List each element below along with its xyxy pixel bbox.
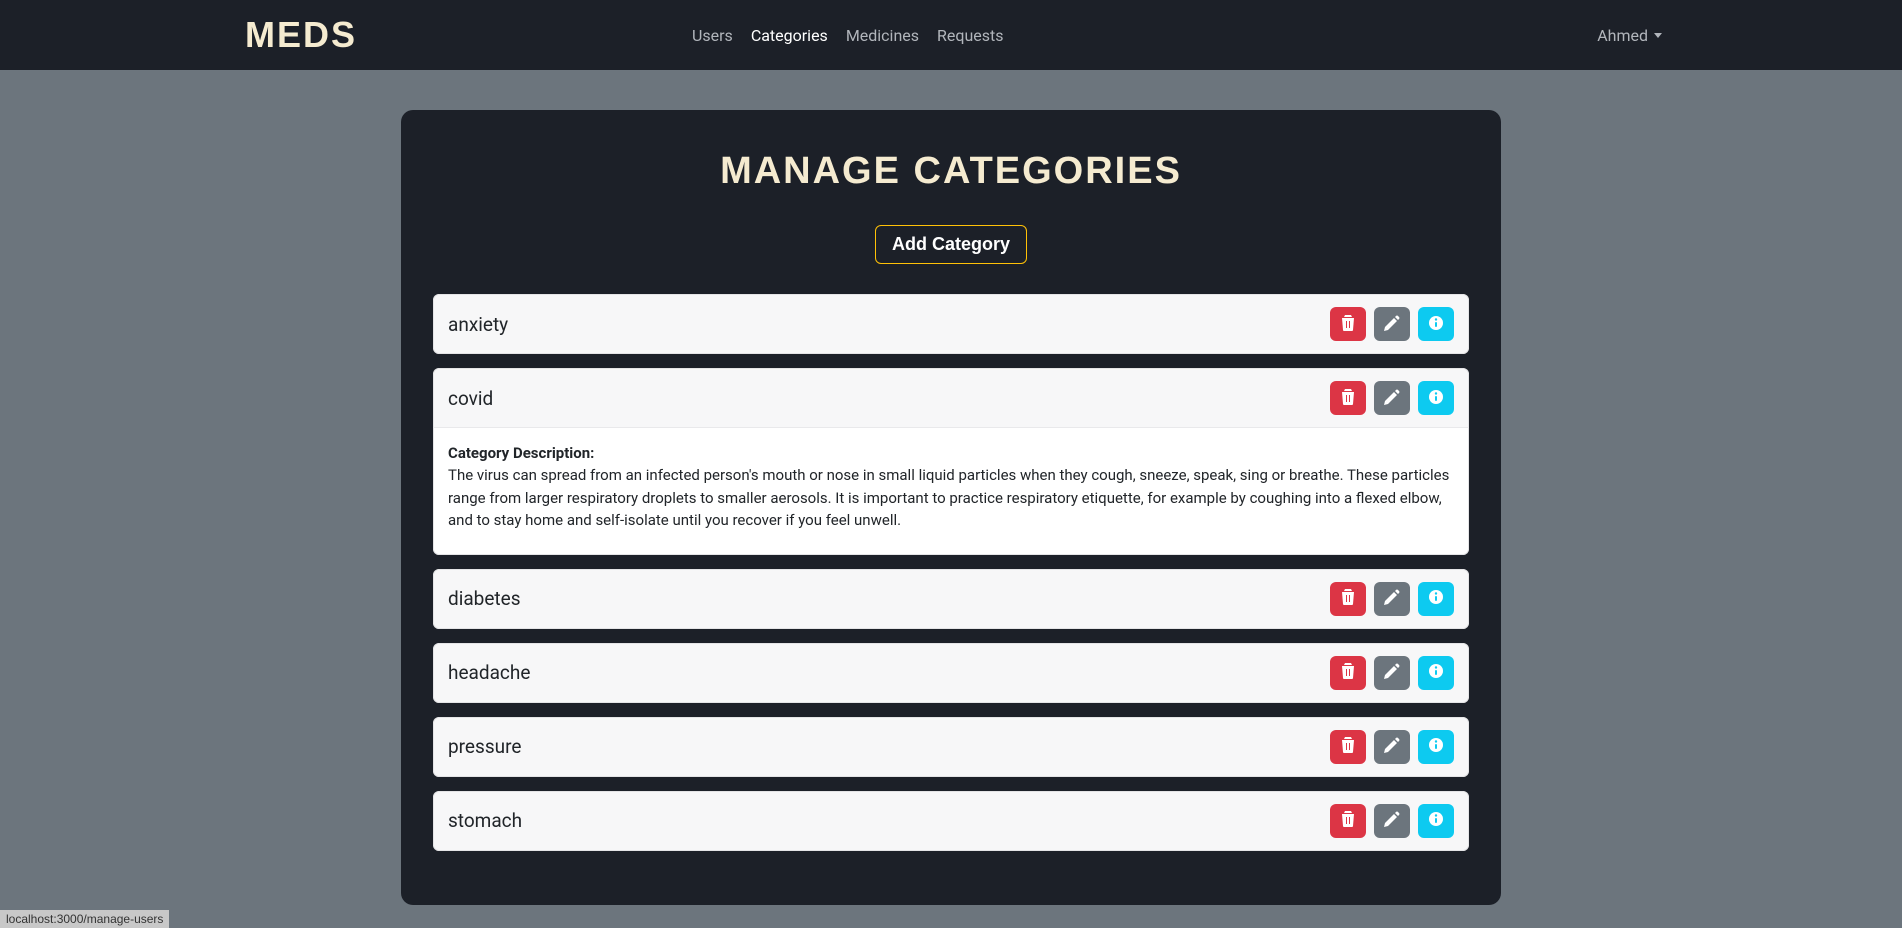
category-name: pressure	[448, 735, 1330, 758]
delete-button[interactable]	[1330, 656, 1366, 690]
category-name: anxiety	[448, 313, 1330, 336]
category-item: diabetes	[433, 569, 1469, 629]
category-header[interactable]: diabetes	[433, 569, 1469, 629]
info-button[interactable]	[1418, 381, 1454, 415]
edit-icon	[1384, 315, 1400, 334]
info-button[interactable]	[1418, 730, 1454, 764]
delete-button[interactable]	[1330, 804, 1366, 838]
category-list: anxiety covid Category Description: The vir…	[433, 294, 1469, 851]
trash-icon	[1341, 737, 1355, 756]
category-name: stomach	[448, 809, 1330, 832]
info-icon	[1428, 589, 1444, 608]
edit-button[interactable]	[1374, 381, 1410, 415]
info-button[interactable]	[1418, 804, 1454, 838]
category-header[interactable]: headache	[433, 643, 1469, 703]
delete-button[interactable]	[1330, 307, 1366, 341]
delete-button[interactable]	[1330, 381, 1366, 415]
category-item: headache	[433, 643, 1469, 703]
edit-button[interactable]	[1374, 307, 1410, 341]
category-actions	[1330, 804, 1454, 838]
description-text: The virus can spread from an infected pe…	[448, 464, 1454, 532]
user-menu[interactable]: Ahmed	[1597, 26, 1662, 45]
info-icon	[1428, 315, 1444, 334]
info-button[interactable]	[1418, 582, 1454, 616]
category-header[interactable]: stomach	[433, 791, 1469, 851]
info-icon	[1428, 737, 1444, 756]
nav-link-users[interactable]: Users	[692, 26, 733, 45]
info-icon	[1428, 663, 1444, 682]
category-header[interactable]: anxiety	[433, 294, 1469, 354]
nav-link-categories[interactable]: Categories	[751, 26, 828, 45]
category-name: covid	[448, 387, 1330, 410]
trash-icon	[1341, 389, 1355, 408]
nav-link-requests[interactable]: Requests	[937, 26, 1004, 45]
chevron-down-icon	[1654, 33, 1662, 38]
info-button[interactable]	[1418, 656, 1454, 690]
user-name: Ahmed	[1597, 26, 1648, 45]
main-panel: MANAGE CATEGORIES Add Category anxiety co…	[401, 110, 1501, 905]
edit-button[interactable]	[1374, 804, 1410, 838]
nav-link-medicines[interactable]: Medicines	[846, 26, 919, 45]
edit-icon	[1384, 737, 1400, 756]
status-bar: localhost:3000/manage-users	[0, 910, 169, 928]
category-actions	[1330, 307, 1454, 341]
delete-button[interactable]	[1330, 582, 1366, 616]
nav-links: Users Categories Medicines Requests	[692, 26, 1597, 45]
edit-button[interactable]	[1374, 730, 1410, 764]
edit-button[interactable]	[1374, 582, 1410, 616]
category-description-panel: Category Description: The virus can sprea…	[433, 427, 1469, 555]
category-actions	[1330, 582, 1454, 616]
category-item: covid Category Description: The virus can …	[433, 368, 1469, 555]
page-title: MANAGE CATEGORIES	[433, 150, 1469, 193]
edit-icon	[1384, 811, 1400, 830]
trash-icon	[1341, 663, 1355, 682]
edit-button[interactable]	[1374, 656, 1410, 690]
info-button[interactable]	[1418, 307, 1454, 341]
category-header[interactable]: covid	[433, 368, 1469, 427]
category-item: stomach	[433, 791, 1469, 851]
trash-icon	[1341, 315, 1355, 334]
category-item: anxiety	[433, 294, 1469, 354]
brand-logo[interactable]: MEDS	[245, 14, 357, 56]
category-actions	[1330, 381, 1454, 415]
info-icon	[1428, 389, 1444, 408]
navbar: MEDS Users Categories Medicines Requests…	[0, 0, 1902, 70]
trash-icon	[1341, 589, 1355, 608]
category-actions	[1330, 730, 1454, 764]
edit-icon	[1384, 389, 1400, 408]
description-label: Category Description:	[448, 444, 1454, 462]
trash-icon	[1341, 811, 1355, 830]
category-name: diabetes	[448, 587, 1330, 610]
category-actions	[1330, 656, 1454, 690]
edit-icon	[1384, 589, 1400, 608]
delete-button[interactable]	[1330, 730, 1366, 764]
category-item: pressure	[433, 717, 1469, 777]
category-name: headache	[448, 661, 1330, 684]
info-icon	[1428, 811, 1444, 830]
category-header[interactable]: pressure	[433, 717, 1469, 777]
edit-icon	[1384, 663, 1400, 682]
add-category-button[interactable]: Add Category	[875, 225, 1027, 264]
